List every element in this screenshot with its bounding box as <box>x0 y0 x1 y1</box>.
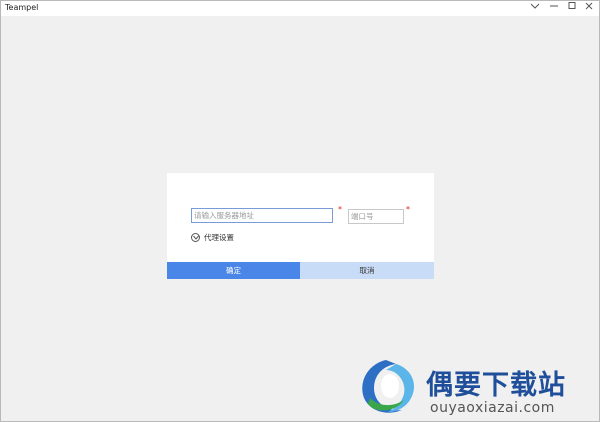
port-input[interactable] <box>348 209 404 224</box>
site-logo-icon <box>362 360 415 413</box>
watermark-site-name: 偶要下载站 <box>426 370 566 401</box>
chevron-down-circle-icon <box>191 232 200 242</box>
proxy-settings-label: 代理设置 <box>204 232 234 242</box>
confirm-button[interactable]: 确定 <box>167 262 300 279</box>
app-window: Teampel * * 代理设置 确定 取消 <box>0 0 600 422</box>
minimize-icon[interactable] <box>546 2 562 14</box>
site-watermark: 偶要下载站 ouyaoxiazai.com <box>356 356 596 418</box>
chevron-down-icon[interactable] <box>527 2 543 14</box>
watermark-url: ouyaoxiazai.com <box>430 400 555 416</box>
port-required-mark: * <box>406 205 410 214</box>
maximize-icon[interactable] <box>564 2 580 14</box>
window-title: Teampel <box>5 3 39 12</box>
title-bar: Teampel <box>1 1 599 16</box>
cancel-button[interactable]: 取消 <box>300 262 434 279</box>
server-required-mark: * <box>338 205 342 214</box>
server-connect-dialog: * * 代理设置 确定 取消 <box>167 173 434 279</box>
server-address-input[interactable] <box>191 208 333 223</box>
close-icon[interactable] <box>581 2 597 14</box>
proxy-settings-toggle[interactable]: 代理设置 <box>191 231 234 243</box>
